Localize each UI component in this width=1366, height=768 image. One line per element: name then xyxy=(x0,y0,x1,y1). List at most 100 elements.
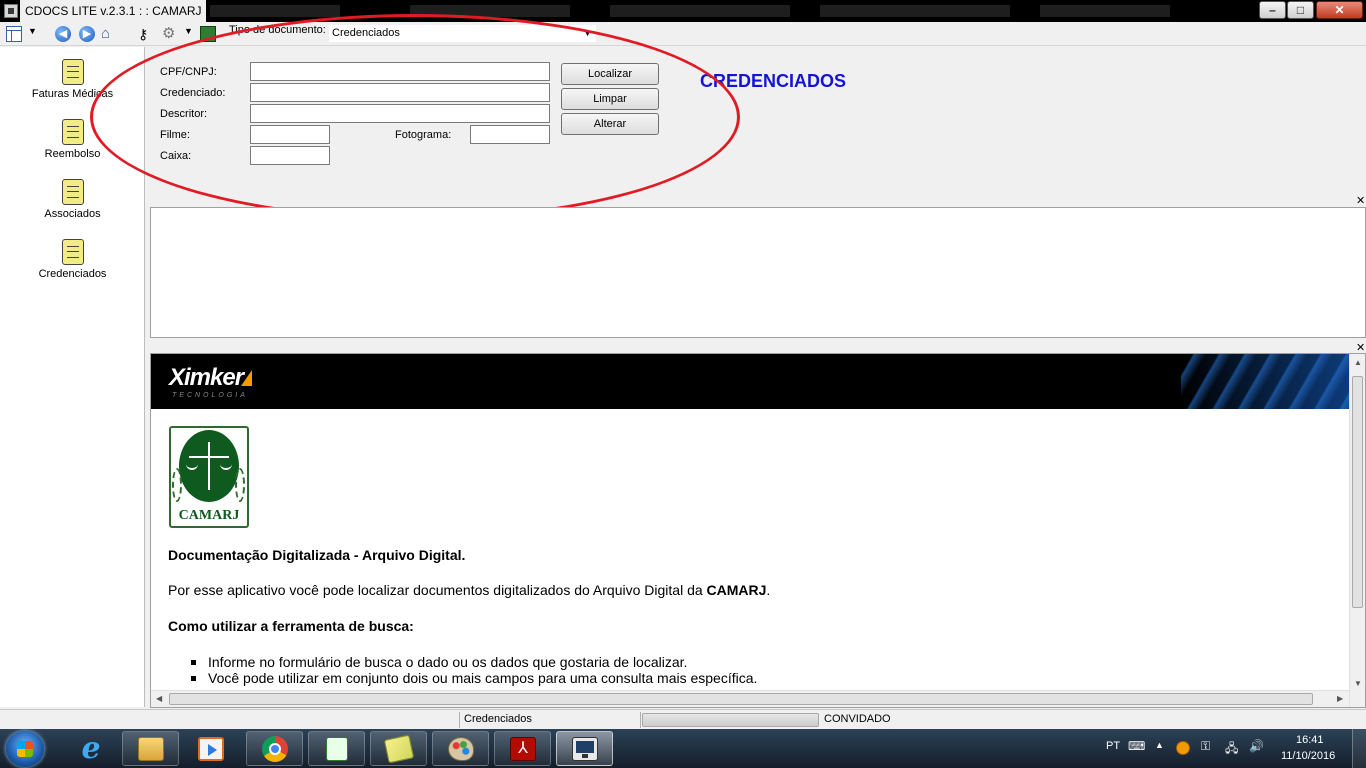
keyboard-icon[interactable]: ⌨ xyxy=(1128,739,1145,753)
tray-app-icon[interactable]: ⚿ xyxy=(1201,739,1210,754)
clock-time[interactable]: 16:41 xyxy=(1296,734,1324,746)
howto-heading: Como utilizar a ferramenta de busca: xyxy=(168,618,414,634)
vertical-scrollbar[interactable]: ▲ ▼ xyxy=(1349,354,1365,707)
sidebar-item-label: Credenciados xyxy=(38,268,107,280)
taskbar-ie[interactable]: e xyxy=(62,731,119,766)
export-icon[interactable] xyxy=(200,26,216,42)
layout-icon[interactable] xyxy=(6,26,22,42)
descritor-label: Descritor: xyxy=(160,108,208,120)
clock-date[interactable]: 11/10/2016 xyxy=(1281,750,1335,762)
caixa-input[interactable] xyxy=(250,146,330,165)
doc-type-select[interactable]: Credenciados ▼ xyxy=(328,24,597,43)
settings-icon[interactable]: ⚙ xyxy=(162,26,178,42)
sidebar-item-credenciados[interactable]: Credenciados xyxy=(0,239,145,280)
credenciado-label: Credenciado: xyxy=(160,87,226,99)
list-item: Informe no formulário de busca o dado ou… xyxy=(191,654,757,670)
forward-icon[interactable]: ▶ xyxy=(79,26,95,42)
scroll-right-icon[interactable]: ▶ xyxy=(1337,694,1343,703)
close-icon[interactable]: ✕ xyxy=(1356,343,1365,354)
caixa-label: Caixa: xyxy=(160,150,192,162)
window-title: CDOCS LITE v.2.3.1 : : CAMARJ xyxy=(20,0,207,22)
scrollbar-thumb[interactable] xyxy=(1352,376,1363,608)
sidebar-item-label: Associados xyxy=(44,208,101,220)
home-icon[interactable]: ⌂ xyxy=(101,26,117,42)
filme-input[interactable] xyxy=(250,125,330,144)
tray-language[interactable]: PT xyxy=(1106,740,1120,752)
results-panel[interactable] xyxy=(150,207,1366,338)
cpf-input[interactable] xyxy=(250,62,550,81)
network-icon[interactable]: 🖧 xyxy=(1225,739,1238,760)
start-button[interactable] xyxy=(6,731,44,767)
antivirus-tray-icon[interactable] xyxy=(1176,741,1190,755)
document-scroll-icon xyxy=(61,179,84,205)
document-scroll-icon xyxy=(61,239,84,265)
maximize-button[interactable]: □ xyxy=(1287,1,1314,19)
minimize-button[interactable]: – xyxy=(1259,1,1286,19)
status-current-section: Credenciados xyxy=(464,713,532,725)
howto-list: Informe no formulário de busca o dado ou… xyxy=(191,654,757,686)
limpar-button[interactable]: Limpar xyxy=(561,88,659,110)
taskbar-pdf-reader[interactable]: ⅄ xyxy=(494,731,551,766)
banner-decoration xyxy=(1181,354,1349,409)
sidebar-item-faturas-medicas[interactable]: Faturas Médicas xyxy=(0,59,145,100)
paint-icon xyxy=(448,737,474,761)
scroll-up-icon[interactable]: ▲ xyxy=(1354,358,1362,367)
sticky-notes-icon xyxy=(383,734,415,764)
show-hidden-icons[interactable]: ▲ xyxy=(1155,740,1164,750)
sidebar-item-label: Faturas Médicas xyxy=(31,88,114,100)
close-button[interactable]: ✕ xyxy=(1316,1,1363,19)
scroll-down-icon[interactable]: ▼ xyxy=(1354,679,1362,688)
background-tab-ghost xyxy=(820,5,1010,17)
info-heading: Documentação Digitalizada - Arquivo Digi… xyxy=(168,547,466,563)
volume-icon[interactable]: 🔊 xyxy=(1249,739,1264,753)
scroll-left-icon[interactable]: ◀ xyxy=(156,694,162,703)
editor-icon xyxy=(326,737,348,761)
show-desktop-button[interactable] xyxy=(1352,729,1366,768)
sidebar-item-reembolso[interactable]: Reembolso xyxy=(0,119,145,160)
status-bar: Credenciados CONVIDADO xyxy=(0,709,1366,729)
chevron-down-icon[interactable]: ▼ xyxy=(28,26,37,36)
credenciado-input[interactable] xyxy=(250,83,550,102)
taskbar-sticky-notes[interactable] xyxy=(370,731,427,766)
explorer-icon xyxy=(138,737,164,761)
document-scroll-icon xyxy=(61,59,84,85)
close-icon[interactable]: ✕ xyxy=(1356,196,1365,207)
main-toolbar: ▼ ◀ ▶ ⌂ ⚷ ⚙ ▼ Tipo de documento: xyxy=(0,22,1366,46)
list-item: Você pode utilizar em conjunto dois ou m… xyxy=(191,670,757,686)
key-icon[interactable]: ⚷ xyxy=(138,26,154,42)
brand-name: Ximker xyxy=(169,364,244,391)
background-tab-ghost xyxy=(1040,5,1170,17)
brand-triangle-icon xyxy=(241,370,253,386)
internet-explorer-icon: e xyxy=(81,731,101,766)
brand-logo: Ximker xyxy=(169,364,253,392)
windows-logo-icon xyxy=(17,741,33,757)
taskbar-chrome[interactable] xyxy=(246,731,303,766)
back-icon[interactable]: ◀ xyxy=(55,26,71,42)
media-player-icon xyxy=(198,737,224,761)
chevron-down-icon: ▼ xyxy=(583,28,592,38)
document-scroll-icon xyxy=(61,119,84,145)
localizar-button[interactable]: Localizar xyxy=(561,63,659,85)
window-title-bar: CDOCS LITE v.2.3.1 : : CAMARJ – □ ✕ xyxy=(0,0,1366,22)
background-tab-ghost xyxy=(610,5,790,17)
camarj-logo-text: CAMARJ xyxy=(178,508,240,523)
info-panel: Ximker TECNOLOGIA CAMARJ Documentação Di… xyxy=(150,353,1366,708)
scrollbar-thumb[interactable] xyxy=(169,693,1313,705)
horizontal-scrollbar[interactable]: ◀ ▶ xyxy=(151,690,1349,707)
sidebar-item-label: Reembolso xyxy=(44,148,101,160)
taskbar-editor[interactable] xyxy=(308,731,365,766)
doc-type-label: Tipo de documento: xyxy=(229,24,326,36)
alterar-button[interactable]: Alterar xyxy=(561,113,659,135)
taskbar-paint[interactable] xyxy=(432,731,489,766)
chevron-down-icon[interactable]: ▼ xyxy=(184,26,193,36)
taskbar-cdocs[interactable] xyxy=(556,731,613,766)
sidebar-item-associados[interactable]: Associados xyxy=(0,179,145,220)
fotograma-input[interactable] xyxy=(470,125,550,144)
background-tab-ghost xyxy=(410,5,570,17)
os-taskbar: e ⅄ PT ⌨ ▲ ⚿ 🖧 🔊 16:41 11/10/2016 xyxy=(0,729,1366,768)
fotograma-label: Fotograma: xyxy=(395,129,452,141)
descritor-input[interactable] xyxy=(250,104,550,123)
taskbar-explorer[interactable] xyxy=(122,731,179,766)
pdf-icon: ⅄ xyxy=(510,737,536,761)
taskbar-media-player[interactable] xyxy=(182,731,239,766)
